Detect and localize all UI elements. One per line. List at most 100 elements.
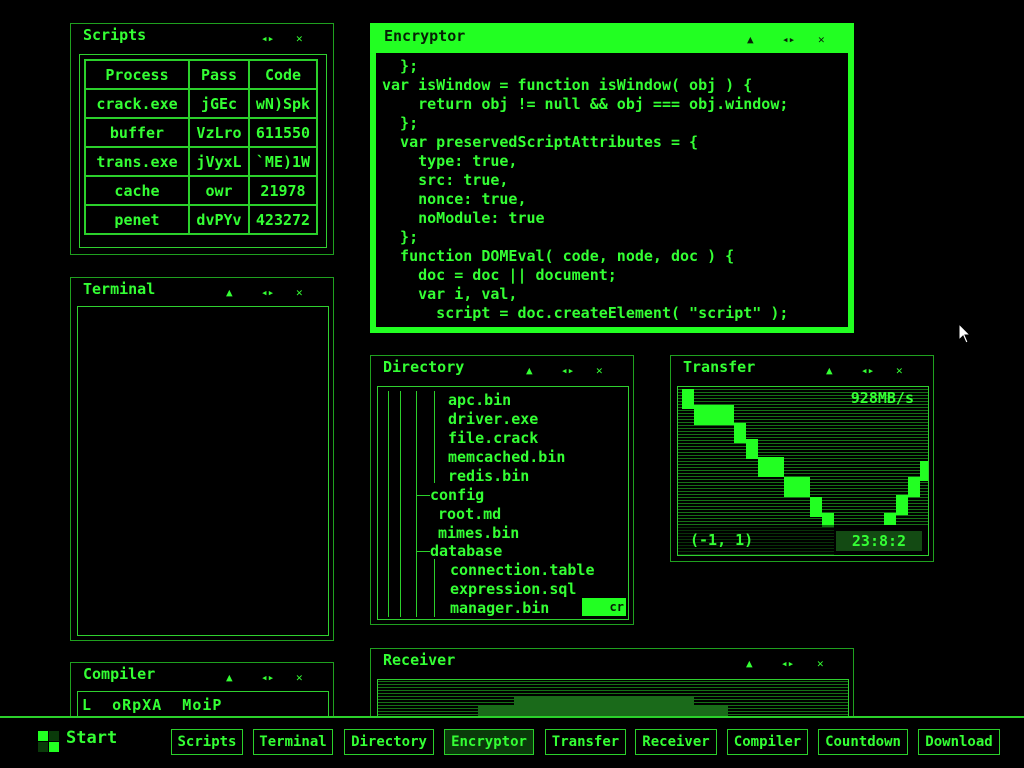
directory-titlebar[interactable]: Directory ▲ ◂▸ ✕ — [371, 356, 633, 382]
resize-icon[interactable]: ◂▸ — [261, 286, 274, 299]
code-text: }; var isWindow = function isWindow( obj… — [382, 57, 789, 322]
minimize-icon[interactable]: ▲ — [226, 286, 233, 299]
taskbar-button-download[interactable]: Download — [918, 729, 1000, 755]
resize-icon[interactable]: ◂▸ — [782, 33, 795, 46]
folder-item[interactable]: config — [430, 486, 484, 504]
taskbar-button-receiver[interactable]: Receiver — [635, 729, 717, 755]
tree-line — [434, 559, 435, 617]
minimize-icon[interactable]: ▲ — [526, 364, 533, 377]
table-row[interactable]: crack.exe jGEc wN)Spk — [84, 88, 318, 119]
file-item[interactable]: redis.bin — [448, 467, 529, 485]
selection-highlight: cr — [582, 598, 626, 616]
table-header-row: Process Pass Code — [84, 59, 318, 90]
file-item[interactable]: file.crack — [448, 429, 538, 447]
receiver-window: Receiver ▲ ◂▸ ✕ — [370, 648, 854, 722]
resize-icon[interactable]: ◂▸ — [861, 364, 874, 377]
table-cell: jGEc — [188, 88, 250, 119]
scripts-table: Process Pass Code crack.exe jGEc wN)Spk … — [84, 59, 318, 235]
resize-icon[interactable]: ◂▸ — [561, 364, 574, 377]
taskbar-button-transfer[interactable]: Transfer — [545, 729, 626, 755]
scripts-titlebar[interactable]: Scripts ◂▸ ✕ — [71, 24, 333, 50]
compiler-output: L oRpXA MoiP — [82, 696, 223, 714]
table-row[interactable]: buffer VzLro 611550 — [84, 117, 318, 148]
taskbar: Start Scripts Terminal Directory Encrypt… — [0, 716, 1024, 768]
file-item[interactable]: apc.bin — [448, 391, 511, 409]
tree-line — [416, 391, 417, 617]
window-title: Scripts — [83, 26, 147, 44]
close-icon[interactable]: ✕ — [296, 32, 303, 45]
minimize-icon[interactable]: ▲ — [226, 671, 233, 684]
receiver-signal — [478, 706, 728, 716]
scripts-content: Process Pass Code crack.exe jGEc wN)Spk … — [79, 54, 327, 248]
encryptor-window: Encryptor ▲ ◂▸ ✕ }; var isWindow = funct… — [370, 23, 854, 333]
taskbar-button-countdown[interactable]: Countdown — [818, 729, 908, 755]
minimize-icon[interactable]: ▲ — [746, 657, 753, 670]
waveform-blocks — [682, 389, 928, 527]
transfer-titlebar[interactable]: Transfer ▲ ◂▸ ✕ — [671, 356, 933, 382]
transfer-time: 23:8:2 — [836, 531, 922, 551]
window-title: Encryptor — [384, 27, 466, 45]
taskbar-button-encryptor[interactable]: Encryptor — [444, 729, 534, 755]
taskbar-button-compiler[interactable]: Compiler — [727, 729, 808, 755]
table-row[interactable]: cache owr 21978 — [84, 175, 318, 206]
tree-branch — [416, 551, 430, 552]
file-item[interactable]: connection.table — [450, 561, 595, 579]
folder-item[interactable]: database — [430, 542, 502, 560]
resize-icon[interactable]: ◂▸ — [261, 671, 274, 684]
minimize-icon[interactable]: ▲ — [747, 33, 754, 46]
close-icon[interactable]: ✕ — [817, 657, 824, 670]
file-item[interactable]: expression.sql — [450, 580, 576, 598]
table-cell: VzLro — [188, 117, 250, 148]
table-cell: cache — [84, 175, 190, 206]
table-cell: wN)Spk — [248, 88, 318, 119]
encryptor-titlebar[interactable]: Encryptor ▲ ◂▸ ✕ — [372, 25, 852, 51]
tree-branch — [416, 495, 430, 496]
table-row[interactable]: penet dvPYv 423272 — [84, 204, 318, 235]
compiler-titlebar[interactable]: Compiler ▲ ◂▸ ✕ — [71, 663, 333, 689]
taskbar-button-directory[interactable]: Directory — [344, 729, 434, 755]
file-item[interactable]: manager.bin — [450, 599, 549, 617]
mouse-cursor-icon — [958, 323, 972, 344]
window-title: Directory — [383, 358, 465, 376]
table-cell: crack.exe — [84, 88, 190, 119]
file-item[interactable]: driver.exe — [448, 410, 538, 428]
table-row[interactable]: trans.exe jVyxL `ME)1W — [84, 146, 318, 177]
column-header: Pass — [188, 59, 250, 90]
terminal-window: Terminal ▲ ◂▸ ✕ — [70, 277, 334, 641]
table-cell: 21978 — [248, 175, 318, 206]
terminal-titlebar[interactable]: Terminal ▲ ◂▸ ✕ — [71, 278, 333, 304]
compiler-window: Compiler ▲ ◂▸ ✕ L oRpXA MoiP — [70, 662, 334, 722]
close-icon[interactable]: ✕ — [818, 33, 825, 46]
transfer-coords: (-1, 1) — [690, 531, 754, 549]
start-icon — [38, 731, 59, 752]
table-cell: `ME)1W — [248, 146, 318, 177]
taskbar-button-terminal[interactable]: Terminal — [253, 729, 333, 755]
close-icon[interactable]: ✕ — [896, 364, 903, 377]
receiver-titlebar[interactable]: Receiver ▲ ◂▸ ✕ — [371, 649, 853, 675]
transfer-speed: 928MB/s — [850, 389, 914, 407]
transfer-graph: 928MB/s (-1, 1) 23:8:2 — [677, 386, 929, 556]
close-icon[interactable]: ✕ — [596, 364, 603, 377]
scripts-window: Scripts ◂▸ ✕ Process Pass Code crack.exe… — [70, 23, 334, 255]
encryptor-content: }; var isWindow = function isWindow( obj… — [376, 53, 848, 327]
resize-icon[interactable]: ◂▸ — [781, 657, 794, 670]
window-title: Transfer — [683, 358, 756, 376]
file-item[interactable]: mimes.bin — [438, 524, 519, 542]
terminal-content[interactable] — [77, 306, 329, 636]
column-header: Code — [248, 59, 318, 90]
start-button[interactable]: Start — [38, 726, 138, 756]
table-cell: owr — [188, 175, 250, 206]
tree-line — [434, 391, 435, 483]
close-icon[interactable]: ✕ — [296, 286, 303, 299]
taskbar-button-scripts[interactable]: Scripts — [171, 729, 243, 755]
file-item[interactable]: memcached.bin — [448, 448, 565, 466]
tree-line — [388, 391, 389, 617]
table-cell: jVyxL — [188, 146, 250, 177]
table-cell: penet — [84, 204, 190, 235]
table-cell: 611550 — [248, 117, 318, 148]
close-icon[interactable]: ✕ — [296, 671, 303, 684]
file-item[interactable]: root.md — [438, 505, 501, 523]
resize-icon[interactable]: ◂▸ — [261, 32, 274, 45]
table-cell: 423272 — [248, 204, 318, 235]
minimize-icon[interactable]: ▲ — [826, 364, 833, 377]
